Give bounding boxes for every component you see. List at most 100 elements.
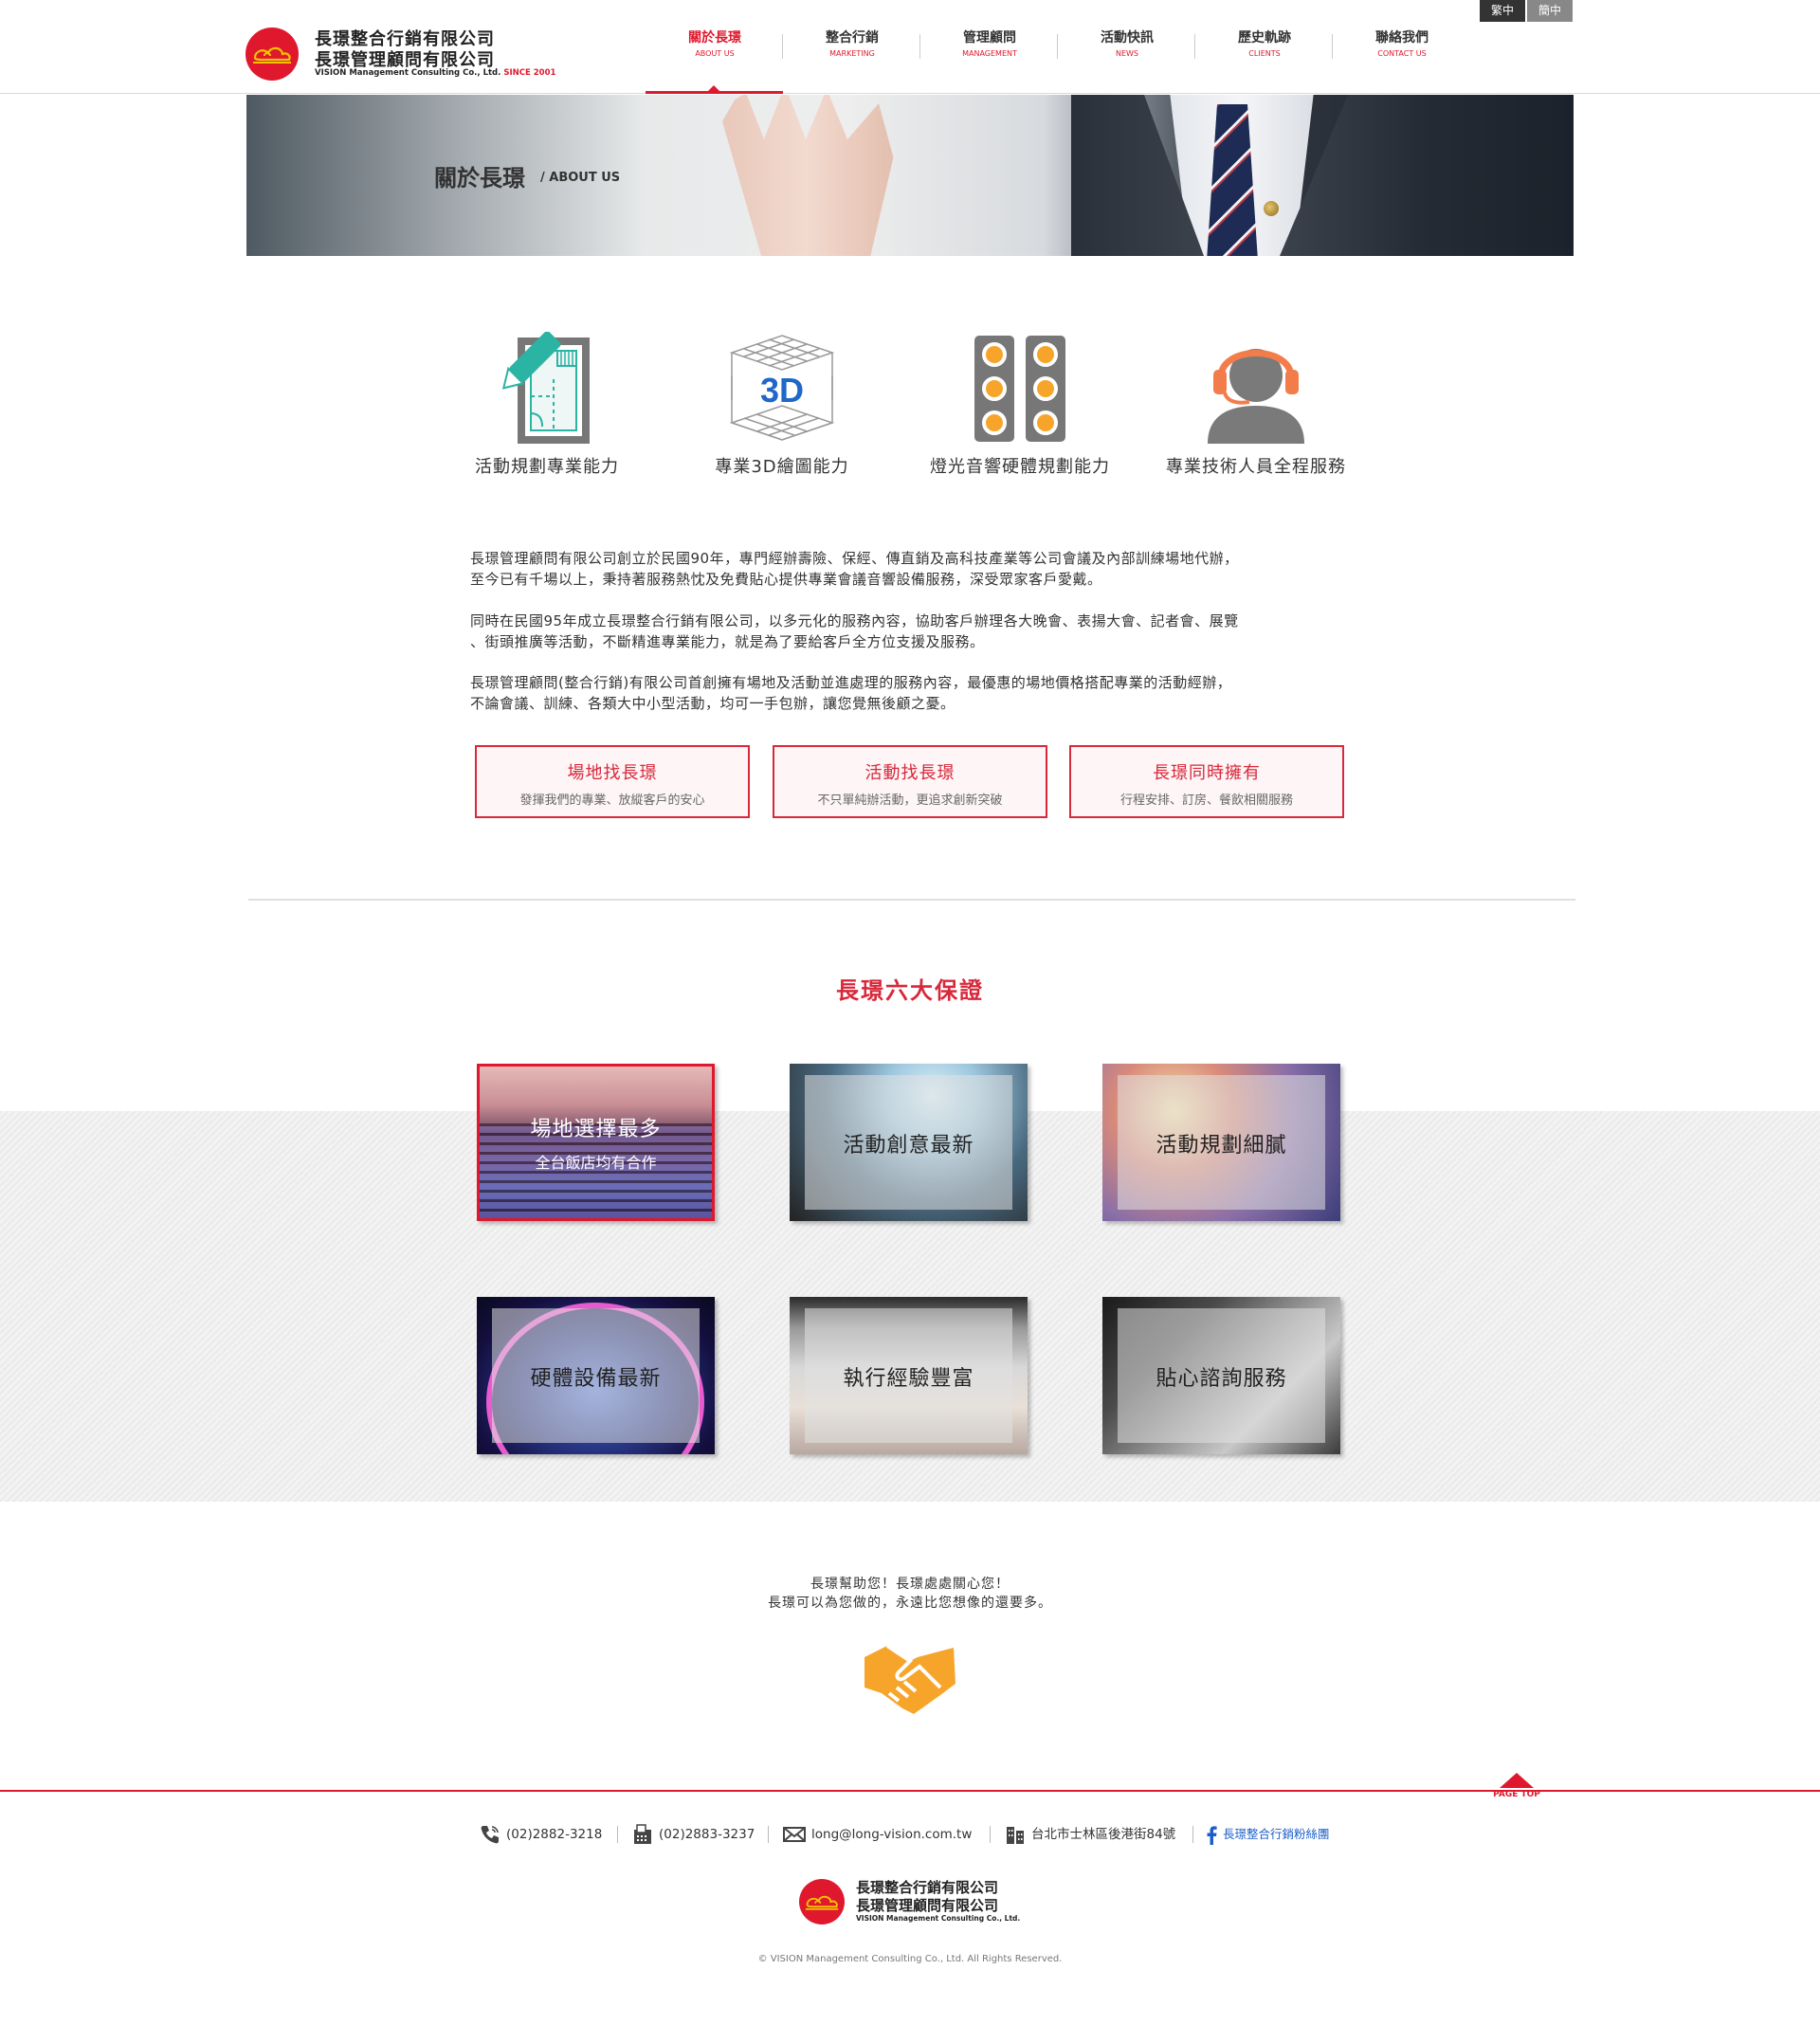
footer-facebook-link[interactable]: 長璟整合行銷粉絲團 [1206, 1822, 1330, 1847]
nav-divider [1332, 34, 1333, 59]
nav-contact[interactable]: 聯絡我們 CONTACT US [1336, 28, 1468, 66]
intro-paragraph: 長璟管理顧問(整合行銷)有限公司首創擁有場地及活動並進處理的服務內容，最優惠的場… [470, 672, 1361, 714]
guarantee-card-experience[interactable]: 執行經驗豐富 [790, 1297, 1028, 1454]
page-title: 關於長璟 [434, 165, 525, 192]
guarantee-card-title: 活動創意最新 [843, 1134, 974, 1158]
guarantee-card-hardware[interactable]: 硬體設備最新 [477, 1297, 715, 1454]
section-divider [248, 899, 1575, 901]
fax-icon [634, 1824, 651, 1844]
footer-logo-line1: 長璟整合行銷有限公司 [856, 1879, 999, 1896]
feature-planning-label: 活動規劃專業能力 [475, 457, 619, 477]
nav-clients[interactable]: 歷史軌跡 CLIENTS [1198, 28, 1331, 66]
site-logo[interactable]: 長璟整合行銷有限公司 長璟管理顧問有限公司 VISION Management … [246, 26, 568, 82]
site-header: 長璟整合行銷有限公司 長璟管理顧問有限公司 VISION Management … [0, 0, 1820, 94]
guarantee-card-title: 活動規劃細膩 [1156, 1134, 1287, 1158]
arrow-up-icon [1500, 1773, 1534, 1788]
nav-contact-en: CONTACT US [1377, 49, 1427, 58]
services-button-title: 長璟同時擁有 [1153, 763, 1261, 783]
nav-management-label: 管理顧問 [963, 30, 1016, 46]
intro-paragraph-line: 長璟管理顧問(整合行銷)有限公司首創擁有場地及活動並進處理的服務內容，最優惠的場… [470, 674, 1232, 691]
feature-3d-label: 專業3D繪圖能力 [715, 457, 849, 477]
footer-sep [768, 1826, 769, 1843]
logo-line3: VISION Management Consulting Co., Ltd. S… [315, 68, 555, 78]
guarantee-card-venue[interactable]: 場地選擇最多 全台飯店均有合作 [477, 1064, 715, 1221]
nav-divider [1057, 34, 1058, 59]
footer-fax-text: (02)2883-3237 [659, 1827, 755, 1842]
footer-address-text: 台北市士林區後港街84號 [1031, 1827, 1176, 1842]
nav-management-en: MANAGEMENT [962, 49, 1017, 58]
nav-news-en: NEWS [1115, 49, 1139, 58]
logo-cloud-icon [246, 27, 299, 81]
event-button-title: 活動找長璟 [864, 763, 956, 783]
logo-cloud-icon [799, 1879, 845, 1924]
lang-traditional-button[interactable]: 繁中 [1480, 0, 1525, 22]
handshake-icon [864, 1644, 956, 1714]
banner-hand-image [722, 95, 894, 256]
nav-divider [1194, 34, 1195, 59]
services-button[interactable]: 長璟同時擁有 行程安排、訂房、餐飲相關服務 [1069, 745, 1344, 818]
venue-button-title: 場地找長璟 [567, 763, 658, 783]
intro-paragraph: 同時在民國95年成立長璟整合行銷有限公司，以多元化的服務內容，協助客戶辦理各大晚… [470, 611, 1361, 652]
guarantee-card-planning[interactable]: 活動規劃細膩 [1102, 1064, 1340, 1221]
footer-fax: (02)2883-3237 [632, 1822, 755, 1847]
footer-phone-text: (02)2882-3218 [506, 1827, 603, 1842]
intro-paragraph-line: 不論會議、訓練、各類大中小型活動，均可一手包辦，讓您覺無後顧之憂。 [470, 695, 956, 712]
intro-paragraph: 長璟管理顧問有限公司創立於民國90年，專門經辦壽險、保經、傳直銷及高科技產業等公… [470, 548, 1361, 590]
intro-paragraph-line: 、街頭推廣等活動，不斷精進專業能力，就是為了要給客戶全方位支援及服務。 [470, 633, 985, 650]
phone-icon [481, 1826, 499, 1844]
guarantee-title: 長璟六大保證 [836, 977, 984, 1004]
nav-about-en: ABOUT US [695, 49, 735, 58]
footer-email[interactable]: long@long-vision.com.tw [783, 1822, 972, 1847]
feature-staff-label: 專業技術人員全程服務 [1166, 457, 1346, 477]
footer-sep [990, 1826, 991, 1843]
building-icon [1007, 1827, 1024, 1844]
facebook-icon [1207, 1825, 1217, 1845]
feature-planning: 活動規劃專業能力 [433, 332, 661, 483]
nav-active-underline [646, 91, 783, 94]
copyright: © VISION Management Consulting Co., Ltd.… [757, 1954, 1063, 1964]
guarantee-card-title: 貼心諮詢服務 [1156, 1367, 1287, 1391]
page-top-button[interactable]: PAGE TOP [1484, 1773, 1549, 1799]
page: { "header": { "logo": { "line1": "長璟整合行銷… [0, 0, 1820, 2043]
guarantee-card-title: 執行經驗豐富 [843, 1367, 974, 1391]
event-button[interactable]: 活動找長璟 不只單純辦活動，更追求創新突破 [773, 745, 1047, 818]
speaker-icon [974, 336, 1065, 442]
floorplan-icon [501, 332, 590, 444]
venue-button[interactable]: 場地找長璟 發揮我們的專業、放縱客戶的安心 [475, 745, 750, 818]
guarantee-card-consulting[interactable]: 貼心諮詢服務 [1102, 1297, 1340, 1454]
banner-pin-image [1264, 201, 1279, 216]
nav-about[interactable]: 關於長璟 ABOUT US [648, 28, 781, 66]
slogan-line: 長璟幫助您！長璟處處關心您！ [810, 1577, 1010, 1592]
page-subtitle: / ABOUT US [540, 171, 621, 185]
lang-simplified-button[interactable]: 簡中 [1527, 0, 1573, 22]
headset-person-icon [1208, 349, 1304, 444]
footer-address: 台北市士林區後港街84號 [1005, 1822, 1175, 1847]
footer-logo-line3: VISION Management Consulting Co., Ltd. [856, 1914, 1021, 1923]
logo-company-en: VISION Management Consulting Co., Ltd. [315, 68, 501, 78]
guarantee-card-sub: 全台飯店均有合作 [535, 1154, 657, 1172]
footer-divider [0, 1790, 1820, 1792]
footer-logo: 長璟整合行銷有限公司 長璟管理顧問有限公司 VISION Management … [799, 1877, 1046, 1926]
3d-cube-icon: 3D [729, 335, 835, 441]
nav-divider [782, 34, 783, 59]
nav-news-label: 活動快訊 [1101, 30, 1154, 46]
intro-paragraph-line: 至今已有千場以上，秉持著服務熱忱及免費貼心提供專業會議音響設備服務，深受眾家客戶… [470, 571, 1102, 588]
guarantee-card-creative[interactable]: 活動創意最新 [790, 1064, 1028, 1221]
event-button-sub: 不只單純辦活動，更追求創新突破 [817, 793, 1003, 808]
footer-email-text: long@long-vision.com.tw [811, 1827, 973, 1842]
nav-news[interactable]: 活動快訊 NEWS [1061, 28, 1193, 66]
nav-marketing[interactable]: 整合行銷 MARKETING [786, 28, 919, 66]
nav-clients-label: 歷史軌跡 [1238, 30, 1291, 46]
nav-marketing-label: 整合行銷 [826, 30, 879, 46]
mail-icon [783, 1827, 806, 1842]
intro-paragraph-line: 同時在民國95年成立長璟整合行銷有限公司，以多元化的服務內容，協助客戶辦理各大晚… [470, 612, 1239, 629]
footer-sep [1192, 1826, 1193, 1843]
logo-since: SINCE 2001 [503, 68, 556, 78]
nav-contact-label: 聯絡我們 [1375, 30, 1429, 46]
footer-phone[interactable]: (02)2882-3218 [480, 1822, 602, 1847]
nav-management[interactable]: 管理顧問 MANAGEMENT [923, 28, 1056, 66]
nav-marketing-en: MARKETING [829, 49, 875, 58]
nav-divider [919, 34, 920, 59]
feature-lighting: 燈光音響硬體規劃能力 [906, 332, 1134, 483]
feature-3d: 3D 專業3D繪圖能力 [668, 332, 896, 483]
